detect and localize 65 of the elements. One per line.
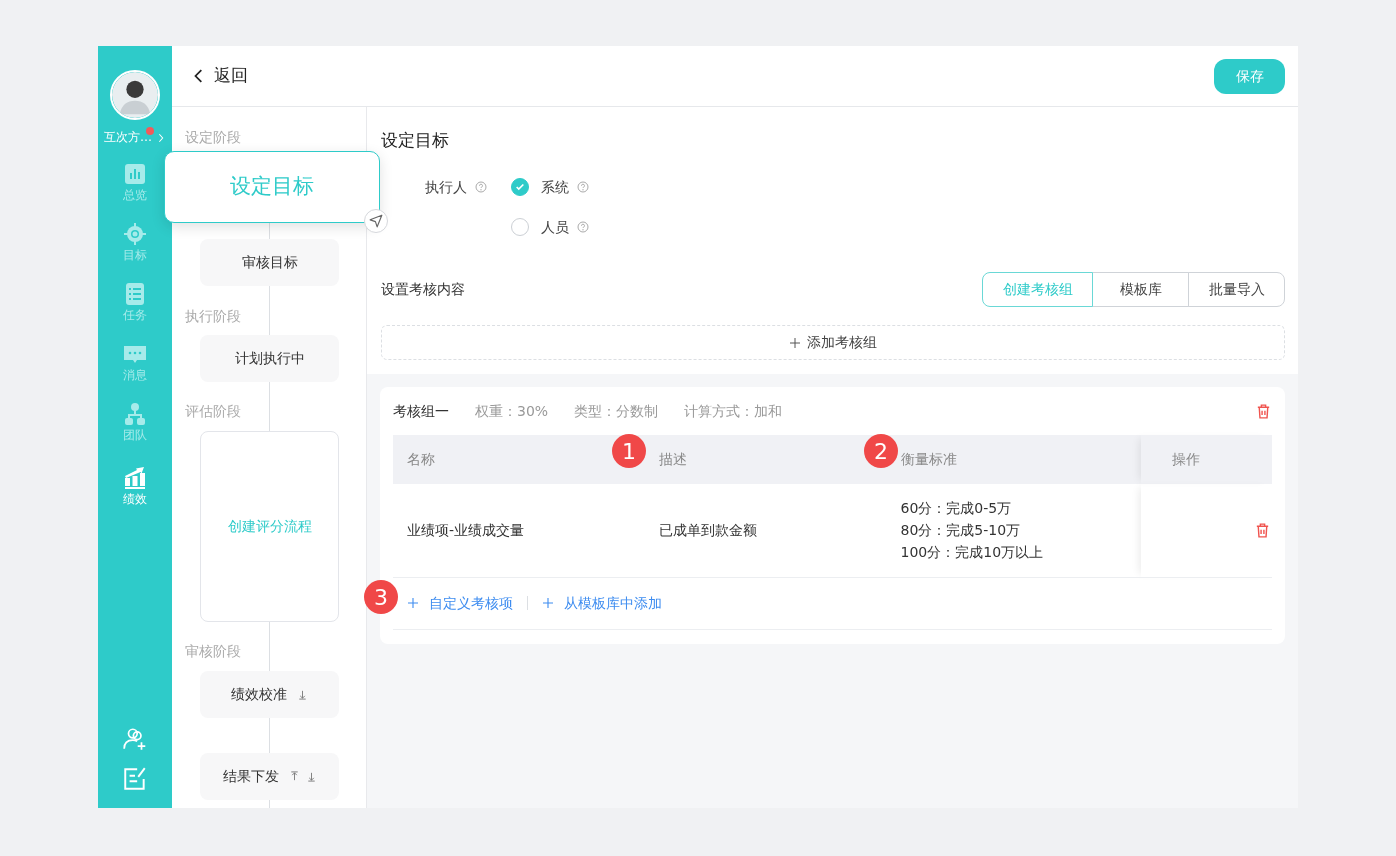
move-up-icon[interactable] [288, 771, 300, 782]
sidebar-item[interactable]: 总览 [117, 156, 153, 216]
group-name: 考核组一 [393, 401, 449, 421]
save-button[interactable]: 保存 [1214, 58, 1285, 94]
create-flow-button[interactable]: 创建评分流程 [200, 431, 339, 622]
add-item-link[interactable]: 自定义考核项 [407, 592, 513, 614]
target-icon [123, 222, 147, 246]
org-chart-icon [123, 402, 147, 426]
delete-button[interactable] [1255, 402, 1272, 420]
radio-button[interactable] [511, 218, 529, 236]
delete-button[interactable] [1254, 521, 1271, 539]
flow-step[interactable]: 绩效校准 [200, 671, 339, 718]
stage-label: 设定阶段 [184, 128, 241, 146]
flow-step[interactable]: 审核目标 [200, 239, 339, 286]
chevron-right-icon[interactable] [156, 132, 166, 143]
user-name[interactable]: 互次方… [104, 130, 152, 144]
flow-step[interactable]: 设定目标 [164, 151, 380, 223]
sidebar-item[interactable]: 任务 [117, 276, 153, 336]
move-down-icon[interactable] [305, 771, 317, 782]
column-header: 衡量标准 [886, 435, 1141, 484]
avatar-icon[interactable] [110, 70, 160, 120]
table-cell: 已成单到款金额 [645, 484, 887, 577]
sidebar-item[interactable]: 团队 [117, 396, 153, 456]
option-label: 系统 [541, 177, 569, 197]
stage-label: 评估阶段 [184, 402, 241, 420]
sidebar-item[interactable]: 消息 [117, 336, 153, 396]
help-icon[interactable] [475, 181, 487, 193]
edit-icon[interactable] [122, 766, 148, 792]
stage-label: 执行阶段 [184, 307, 241, 325]
group-meta: 权重：30% [475, 401, 549, 421]
help-icon[interactable] [577, 181, 589, 193]
add-user-icon[interactable] [122, 726, 148, 752]
field-label: 设置考核内容 [381, 280, 465, 299]
radio-button[interactable] [511, 178, 529, 196]
table-cell: 业绩项-业绩成交量 [393, 484, 646, 577]
column-header: 操作 [1140, 435, 1272, 484]
plus-icon [407, 597, 419, 609]
tab[interactable]: 创建考核组 [982, 272, 1093, 307]
group-meta: 类型：分数制 [574, 401, 659, 421]
list-icon [123, 282, 147, 306]
plus-icon [789, 336, 801, 349]
stage-label: 审核阶段 [184, 642, 241, 660]
add-group-button[interactable]: 添加考核组 [381, 325, 1285, 360]
add-item-link[interactable]: 从模板库中添加 [542, 592, 662, 614]
chart-icon [123, 162, 147, 186]
trash-icon [1255, 402, 1272, 420]
sidebar-item[interactable]: 绩效 [117, 456, 153, 520]
send-icon [369, 214, 383, 228]
field-label: 执行人 [425, 177, 467, 197]
flow-step[interactable]: 计划执行中 [200, 335, 339, 382]
bar-chart-icon [123, 466, 147, 490]
help-icon[interactable] [577, 221, 589, 233]
tab[interactable]: 批量导入 [1188, 272, 1285, 307]
flow-step[interactable]: 结果下发 [200, 753, 339, 800]
group-meta: 计算方式：加和 [684, 401, 783, 421]
table-cell: 60分：完成0-5万 80分：完成5-10万 100分：完成10万以上 [886, 484, 1141, 577]
section-title: 设定目标 [381, 129, 450, 151]
check-icon [515, 182, 525, 192]
plus-icon [542, 597, 554, 609]
move-down-icon[interactable] [297, 689, 308, 700]
sidebar-item[interactable]: 目标 [117, 216, 153, 276]
tab[interactable]: 模板库 [1092, 272, 1189, 307]
back-button[interactable]: 返回 [192, 63, 248, 89]
trash-icon [1254, 521, 1271, 539]
option-label: 人员 [541, 217, 569, 237]
